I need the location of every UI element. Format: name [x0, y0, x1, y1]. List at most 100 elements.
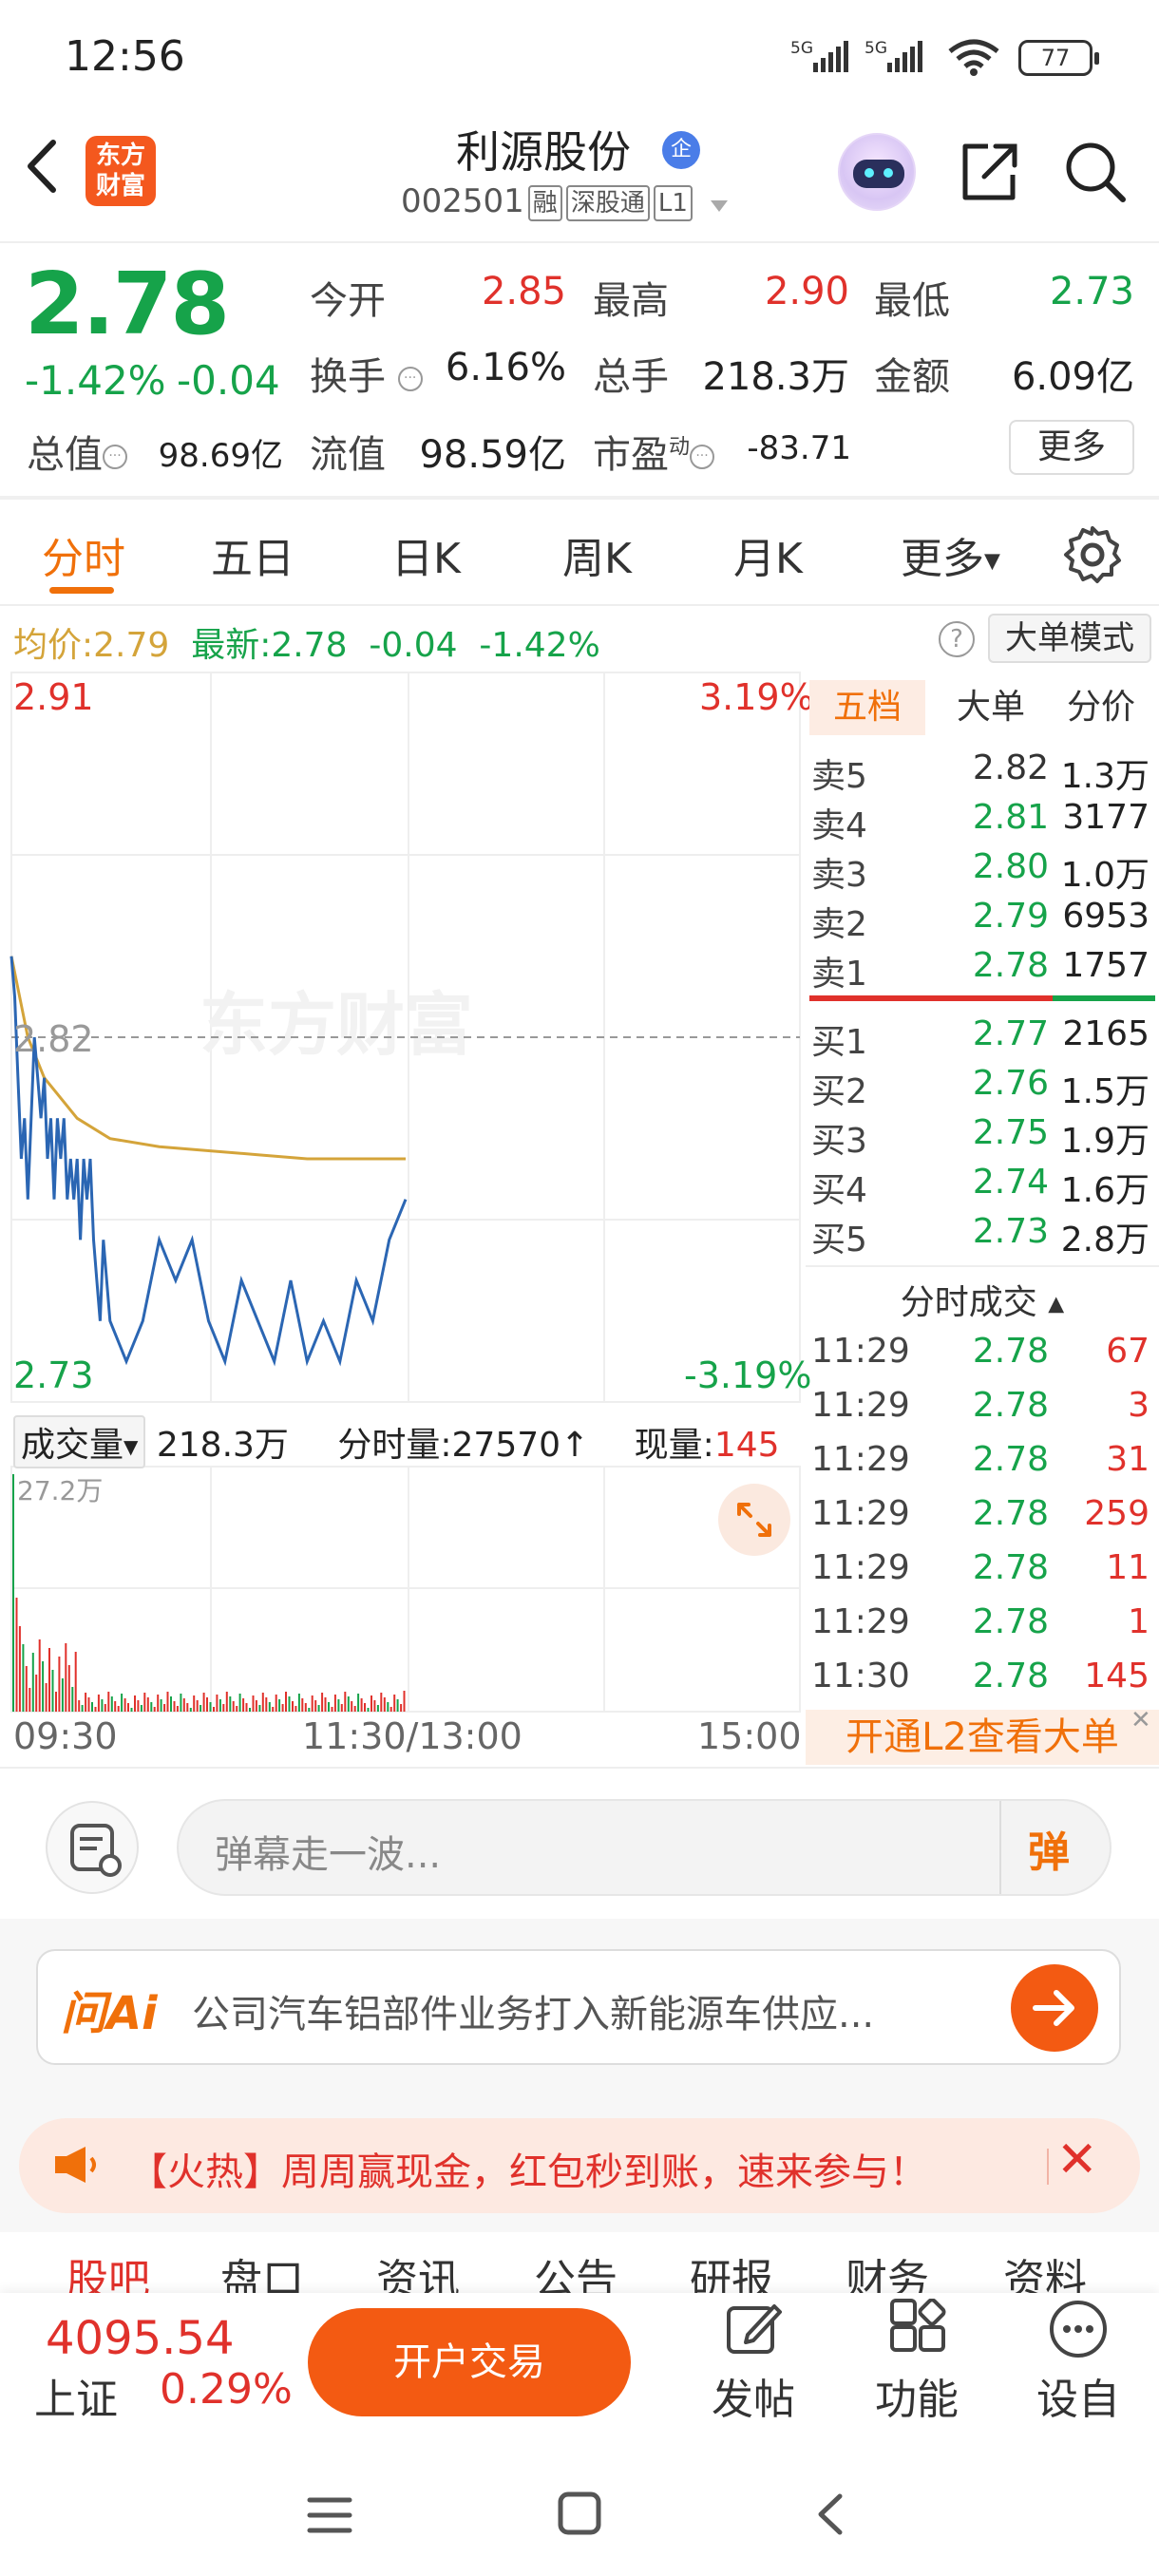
- app-logo[interactable]: 东方 财富: [86, 136, 156, 206]
- volume-bar: [15, 1598, 18, 1712]
- now-volume-value: 145: [713, 1426, 780, 1465]
- bid-price: 2.74: [972, 1163, 1049, 1202]
- volume-bar: [383, 1697, 386, 1712]
- search-icon[interactable]: [1062, 139, 1129, 205]
- chevron-down-icon: [709, 184, 730, 222]
- tab-monthly-k[interactable]: 月K: [733, 524, 803, 585]
- tag-level: L1: [653, 184, 693, 221]
- ob-tab-price[interactable]: 分价: [1051, 680, 1151, 735]
- time-start: 09:30: [13, 1715, 118, 1757]
- volume-bar: [403, 1691, 406, 1712]
- tab-five-day[interactable]: 五日: [211, 524, 294, 585]
- volume-label: 总手: [593, 355, 669, 399]
- status-time: 12:56: [65, 32, 185, 81]
- turnover-label[interactable]: 换手 ···: [310, 346, 423, 401]
- volume-bar: [347, 1696, 350, 1712]
- volume-bar: [94, 1707, 97, 1712]
- more-dots-icon: [1050, 2301, 1107, 2358]
- expand-icon[interactable]: [718, 1484, 790, 1556]
- big-order-mode-button[interactable]: 大单模式: [988, 614, 1151, 663]
- volume-bar: [370, 1695, 372, 1712]
- ask-row: 卖1 2.78 1757: [811, 946, 1155, 995]
- volume-bar: [288, 1696, 291, 1712]
- stock-code-line[interactable]: 002501 融深股通 L1: [401, 182, 730, 222]
- volume-bar: [390, 1707, 392, 1712]
- volume-bar: [107, 1692, 110, 1712]
- volume-bar: [25, 1666, 28, 1712]
- ask-price: 2.81: [972, 798, 1049, 837]
- volume-bar: [242, 1698, 245, 1712]
- volume-bar: [400, 1704, 403, 1712]
- volume-selector[interactable]: 成交量▼: [13, 1415, 146, 1468]
- index-name[interactable]: 上证: [34, 2365, 118, 2426]
- volume-bar: [232, 1701, 235, 1712]
- trade-volume: 31: [1106, 1440, 1150, 1479]
- low-label: 最低: [874, 279, 950, 323]
- tab-intraday[interactable]: 分时: [42, 524, 125, 585]
- tab-more-label: 更多: [901, 535, 984, 583]
- volume-bar: [308, 1708, 311, 1712]
- volume-bar: [292, 1701, 294, 1712]
- ob-tab-five-level[interactable]: 五档: [809, 680, 925, 735]
- volume-bar: [55, 1692, 57, 1712]
- open-account-button[interactable]: 开户交易: [308, 2308, 631, 2416]
- more-button[interactable]: 更多: [1009, 420, 1134, 475]
- back-button[interactable]: [19, 133, 76, 209]
- l2-banner[interactable]: 开通L2查看大单: [806, 1710, 1159, 1765]
- chart-watermark: 东方财富: [200, 985, 473, 1065]
- volume-bar: [196, 1700, 199, 1712]
- share-icon[interactable]: [956, 139, 1022, 205]
- caret-up-icon: ▲: [1048, 1292, 1065, 1316]
- tab-weekly-k[interactable]: 周K: [562, 524, 632, 585]
- volume-bar: [160, 1699, 162, 1712]
- bid-label: 买4: [811, 1171, 867, 1210]
- pe-label[interactable]: 市盈动 ···: [593, 424, 715, 479]
- ask-price: 2.78: [972, 946, 1049, 985]
- mktcap-label[interactable]: 总值 ···: [27, 424, 127, 479]
- volume-bar: [180, 1694, 182, 1712]
- gear-icon[interactable]: [1062, 524, 1123, 585]
- tab-daily-k[interactable]: 日K: [391, 524, 461, 585]
- trades-title[interactable]: 分时成交 ▲: [806, 1275, 1159, 1324]
- wifi-icon: [946, 38, 1001, 76]
- help-icon[interactable]: ?: [939, 621, 975, 657]
- volume-info-row: 成交量▼ 218.3万 分时量:27570↑ 现量:145: [13, 1415, 780, 1468]
- index-value[interactable]: 4095.54: [46, 2312, 235, 2365]
- latest-change: -0.04: [369, 626, 458, 665]
- volume-bar: [117, 1706, 120, 1712]
- volume-bar: [48, 1648, 50, 1712]
- add-watchlist-button[interactable]: 设自选: [1016, 2299, 1140, 2485]
- logo-line-2: 财富: [95, 172, 145, 200]
- arrow-right-icon[interactable]: [1011, 1964, 1098, 2052]
- chart-price-ref: 2.82: [13, 1018, 94, 1060]
- volume-bar: [97, 1695, 100, 1712]
- volume-bar: [314, 1700, 317, 1712]
- ai-assistant-avatar[interactable]: [838, 133, 916, 211]
- back-nav-icon[interactable]: [811, 2491, 849, 2542]
- danmaku-settings-icon[interactable]: [46, 1801, 139, 1894]
- intraday-chart[interactable]: 东方财富: [0, 671, 806, 1721]
- volume-bar: [173, 1701, 176, 1712]
- ob-tab-big-order[interactable]: 大单: [940, 680, 1041, 735]
- function-button[interactable]: 功能: [855, 2299, 978, 2424]
- tab-more[interactable]: 更多▼: [901, 524, 1000, 585]
- danmaku-send-button[interactable]: 弹: [1028, 1818, 1070, 1879]
- volume-bar: [353, 1706, 356, 1712]
- caret-down-icon: ▼: [984, 549, 1000, 574]
- index-pct[interactable]: 0.29%: [160, 2365, 293, 2414]
- menu-icon[interactable]: [306, 2494, 353, 2540]
- trade-row: 11:30 2.78 145: [811, 1657, 1155, 1710]
- ask-row: 卖5 2.82 1.3万: [811, 748, 1155, 798]
- close-icon[interactable]: ✕: [1056, 2131, 1098, 2188]
- mktcap-value: 98.69亿: [158, 437, 283, 475]
- chart-price-high: 2.91: [13, 676, 94, 718]
- volume-bar: [51, 1670, 54, 1712]
- volume-bar: [236, 1706, 238, 1712]
- home-icon[interactable]: [557, 2491, 602, 2540]
- volume-bar: [74, 1652, 77, 1712]
- post-button[interactable]: 发帖: [692, 2299, 815, 2424]
- trade-row: 11:29 2.78 259: [811, 1494, 1155, 1547]
- trade-price: 2.78: [972, 1494, 1049, 1533]
- close-icon[interactable]: ✕: [1130, 1706, 1151, 1734]
- seg-volume-value: 27570: [451, 1426, 561, 1465]
